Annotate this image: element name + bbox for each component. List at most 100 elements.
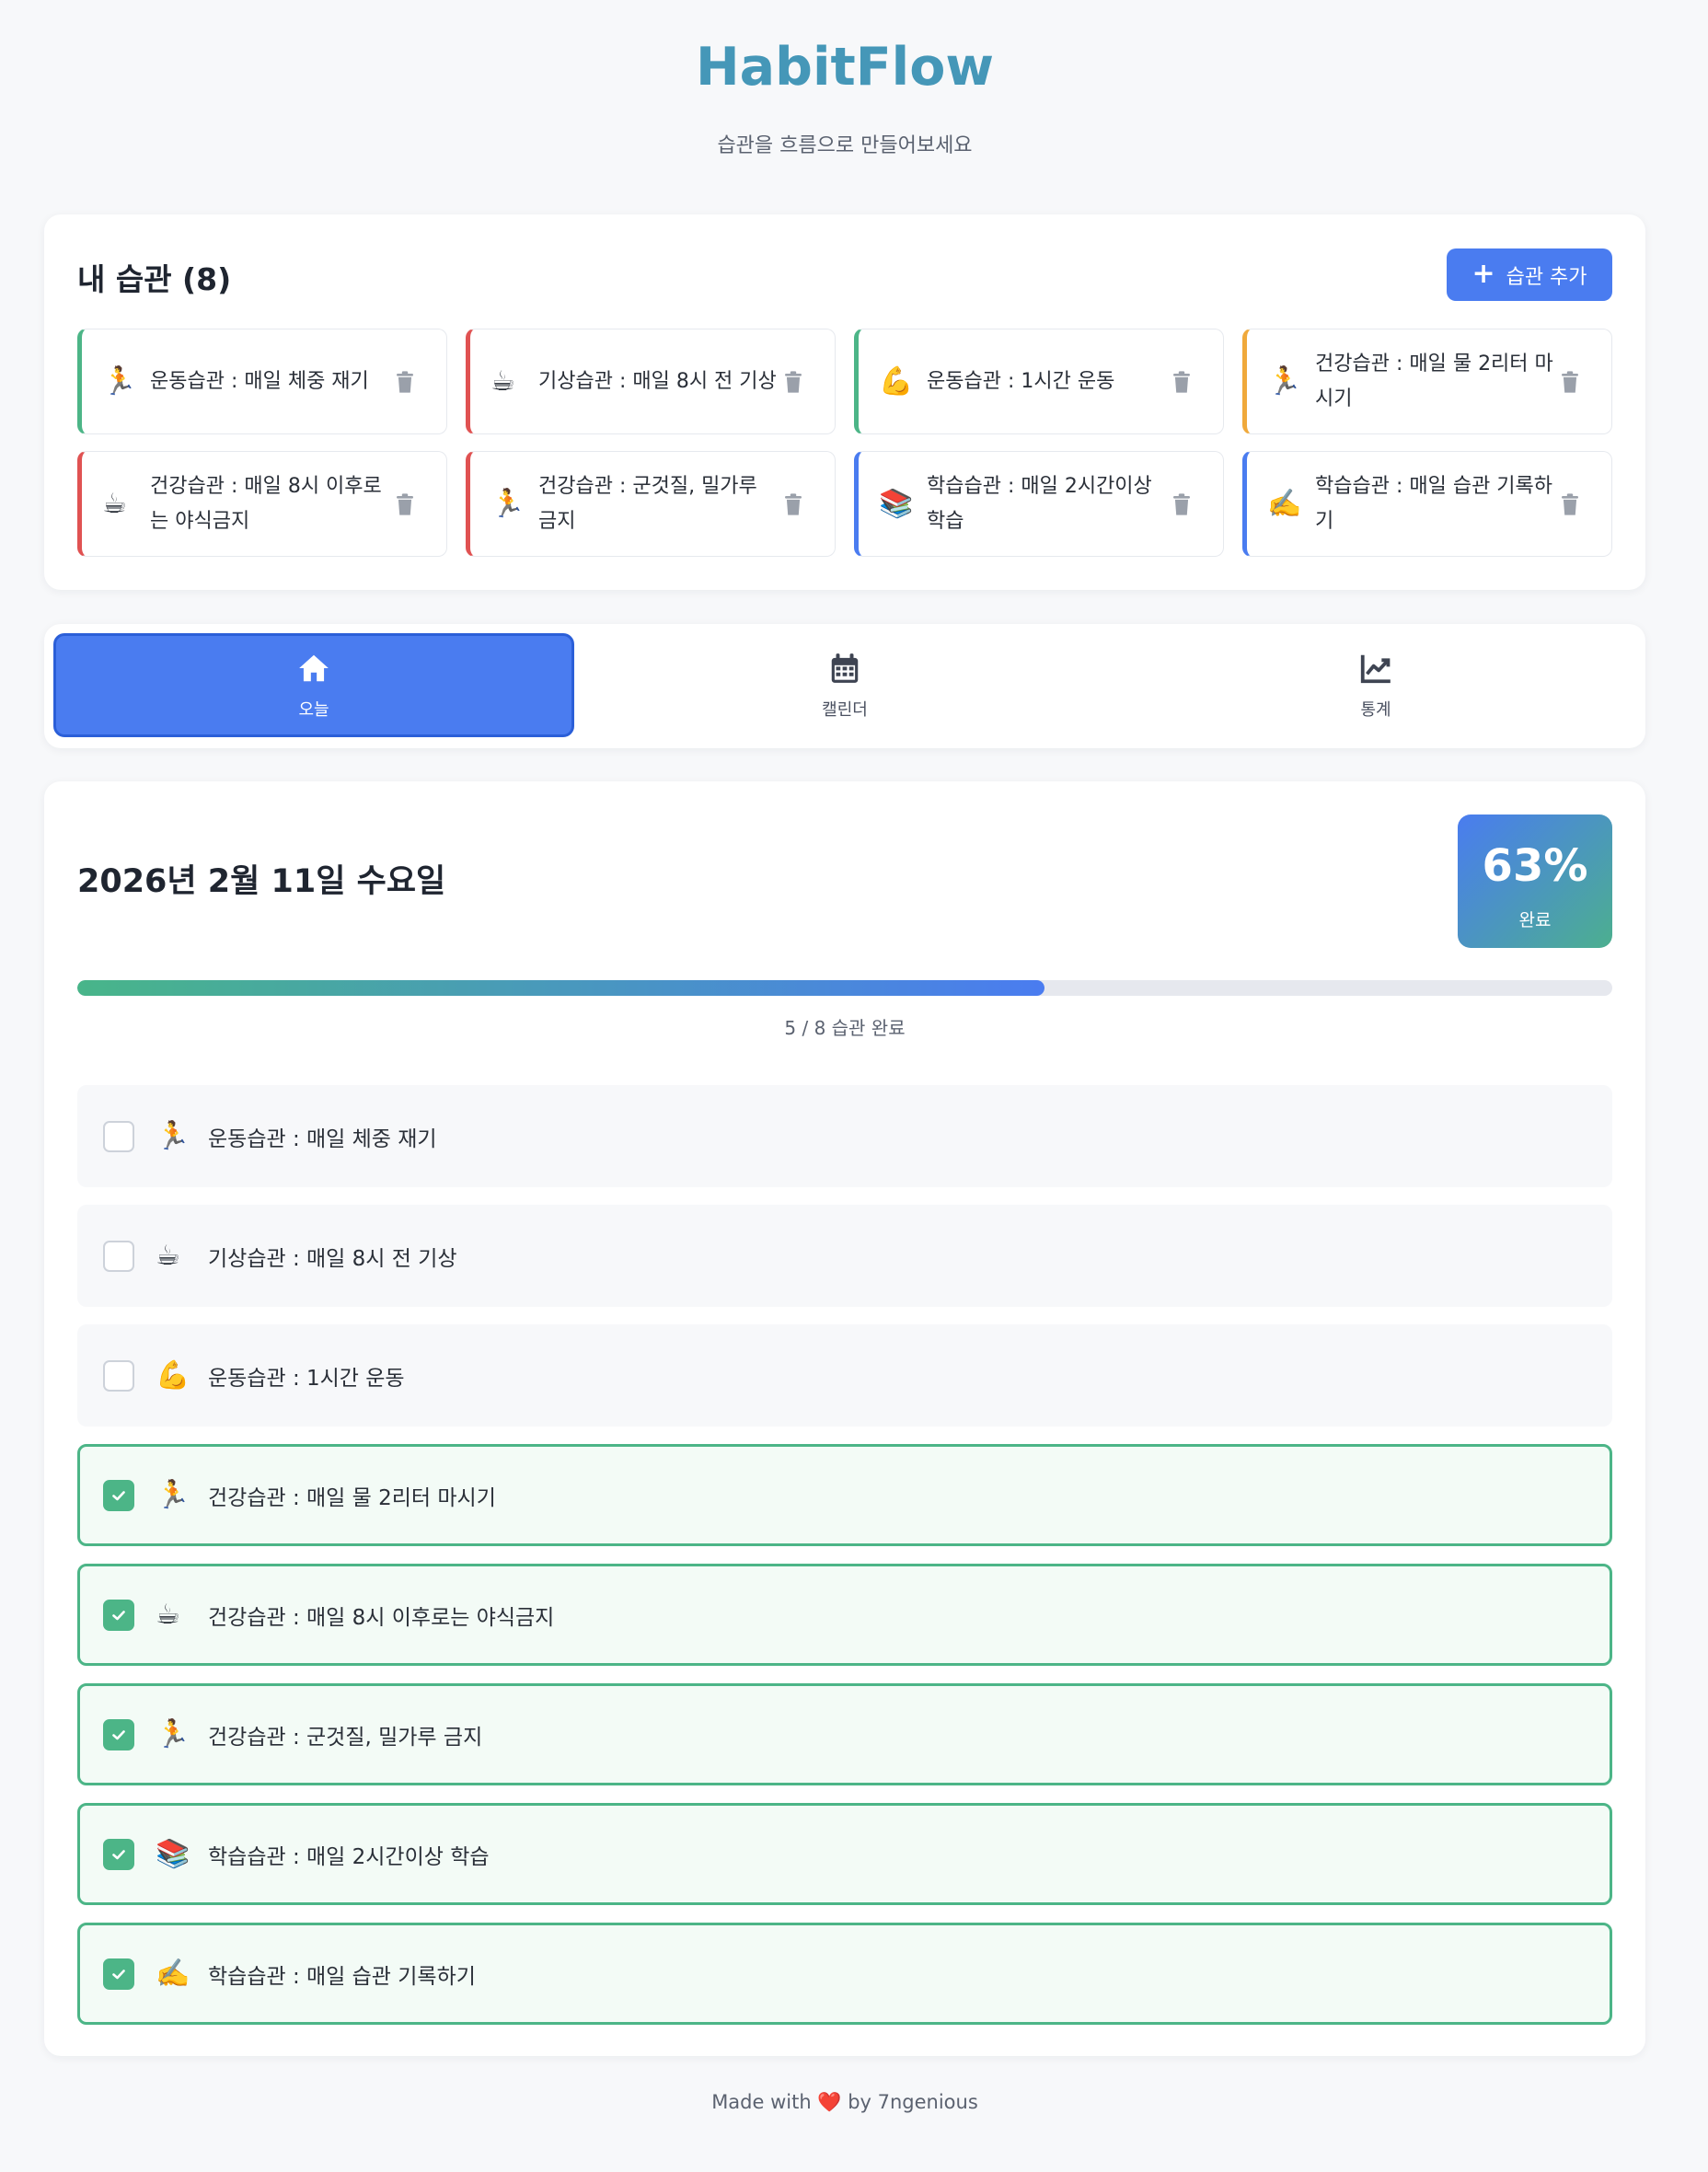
checklist-item[interactable]: 💪 운동습관 : 1시간 운동 [77, 1324, 1612, 1427]
habit-name: 학습습관 : 매일 습관 기록하기 [1315, 474, 1553, 533]
chart-line-icon [1360, 654, 1391, 683]
footer-prefix: Made with [711, 2091, 812, 2113]
completion-badge: 63% 완료 [1458, 814, 1612, 948]
plus-icon: + [1471, 257, 1495, 290]
checklist-emoji: 🏃 [156, 1479, 190, 1511]
progress-bar [77, 980, 1612, 996]
habit-emoji: 🏃 [490, 488, 525, 520]
progress-fill [77, 980, 1044, 996]
check-icon [112, 1490, 125, 1500]
habit-tile[interactable]: ☕ 건강습관 : 매일 8시 이후로는 야식금지 [77, 451, 447, 557]
checklist-name: 건강습관 : 매일 8시 이후로는 야식금지 [208, 1605, 555, 1630]
habit-emoji: ☕ [102, 488, 127, 520]
tab-calendar[interactable]: 캘린더 [584, 633, 1105, 737]
checklist-item[interactable]: 📚 학습습관 : 매일 2시간이상 학습 [77, 1803, 1612, 1905]
habit-emoji: ✍️ [1267, 488, 1302, 520]
checklist-item[interactable]: 🏃 건강습관 : 군것질, 밀가루 금지 [77, 1683, 1612, 1785]
habit-checkbox[interactable] [103, 1958, 134, 1990]
my-habits-card: 내 습관 (8) + 습관 추가 🏃 운동습관 : 매일 체중 재기 ☕ 기상습관 :… [44, 214, 1645, 590]
tab-stats[interactable]: 통계 [1115, 633, 1636, 737]
habit-tile[interactable]: 🏃 운동습관 : 매일 체중 재기 [77, 329, 447, 434]
habit-name: 운동습관 : 1시간 운동 [927, 369, 1115, 393]
habit-tile[interactable]: 💪 운동습관 : 1시간 운동 [854, 329, 1224, 434]
add-habit-label: 습관 추가 [1506, 265, 1587, 289]
checklist-item[interactable]: ☕ 기상습관 : 매일 8시 전 기상 [77, 1205, 1612, 1307]
habit-tile[interactable]: 🏃 건강습관 : 군것질, 밀가루 금지 [466, 451, 836, 557]
habit-name: 건강습관 : 매일 8시 이후로는 야식금지 [150, 474, 382, 533]
add-habit-button[interactable]: + 습관 추가 [1447, 248, 1612, 301]
habits-title: 내 습관 (8) [77, 261, 232, 297]
completion-percent: 63% [1482, 840, 1588, 892]
checklist-item[interactable]: ✍️ 학습습관 : 매일 습관 기록하기 [77, 1923, 1612, 2025]
habit-checkbox[interactable] [103, 1718, 134, 1750]
habit-name: 건강습관 : 매일 물 2리터 마시기 [1315, 352, 1553, 410]
check-icon [112, 1849, 125, 1859]
checklist-name: 건강습관 : 매일 물 2리터 마시기 [208, 1485, 496, 1510]
tab-calendar-label: 캘린더 [822, 699, 868, 720]
habit-checkbox[interactable] [103, 1120, 134, 1152]
calendar-icon [831, 653, 859, 683]
check-icon [112, 1729, 125, 1739]
habit-emoji: 💪 [879, 365, 914, 398]
habit-emoji: 📚 [879, 488, 914, 520]
checklist-emoji: 🏃 [156, 1120, 190, 1152]
habit-emoji: 🏃 [1267, 365, 1302, 398]
habit-tile[interactable]: ✍️ 학습습관 : 매일 습관 기록하기 [1242, 451, 1612, 557]
check-icon [112, 1610, 125, 1620]
today-checklist: 🏃 운동습관 : 매일 체중 재기 ☕ 기상습관 : 매일 8시 전 기상 💪 운동습관 … [77, 1085, 1612, 2042]
checklist-name: 운동습관 : 매일 체중 재기 [208, 1126, 437, 1151]
trash-icon[interactable] [397, 370, 413, 393]
tab-today-label: 오늘 [298, 699, 329, 720]
habit-checkbox[interactable] [103, 1479, 134, 1511]
completion-label: 완료 [1518, 910, 1552, 930]
trash-icon[interactable] [1173, 370, 1190, 393]
trash-icon[interactable] [1562, 492, 1578, 515]
checklist-emoji: ☕ [156, 1240, 180, 1272]
habit-name: 기상습관 : 매일 8시 전 기상 [538, 369, 777, 393]
app-title: HabitFlow [695, 37, 995, 98]
checklist-emoji: 📚 [156, 1838, 190, 1870]
checklist-name: 학습습관 : 매일 습관 기록하기 [208, 1964, 476, 1989]
habit-grid: 🏃 운동습관 : 매일 체중 재기 ☕ 기상습관 : 매일 8시 전 기상 💪 운동습관 … [77, 329, 1612, 557]
footer: Made with ❤️ by 7ngenious [0, 2091, 1690, 2114]
check-icon [112, 1969, 125, 1979]
habit-checkbox[interactable] [103, 1599, 134, 1631]
habit-name: 운동습관 : 매일 체중 재기 [150, 369, 369, 393]
footer-suffix: by 7ngenious [848, 2091, 978, 2113]
habit-tile[interactable]: 📚 학습습관 : 매일 2시간이상 학습 [854, 451, 1224, 557]
habit-name: 건강습관 : 군것질, 밀가루 금지 [538, 474, 757, 533]
heart-icon: ❤️ [817, 2091, 842, 2113]
trash-icon[interactable] [1562, 370, 1578, 393]
trash-icon[interactable] [397, 492, 413, 515]
checklist-emoji: 💪 [156, 1359, 190, 1392]
checklist-name: 기상습관 : 매일 8시 전 기상 [208, 1246, 457, 1271]
date-title: 2026년 2월 11일 수요일 [77, 863, 446, 900]
checklist-emoji: 🏃 [156, 1718, 190, 1750]
habit-emoji: 🏃 [102, 365, 137, 398]
habit-tile[interactable]: 🏃 건강습관 : 매일 물 2리터 마시기 [1242, 329, 1612, 434]
habit-tile[interactable]: ☕ 기상습관 : 매일 8시 전 기상 [466, 329, 836, 434]
checklist-name: 건강습관 : 군것질, 밀가루 금지 [208, 1725, 483, 1750]
checklist-emoji: ☕ [156, 1599, 180, 1631]
habit-checkbox[interactable] [103, 1240, 134, 1272]
habit-checkbox[interactable] [103, 1359, 134, 1392]
trash-icon[interactable] [785, 492, 802, 515]
trash-icon[interactable] [1173, 492, 1190, 515]
checklist-emoji: ✍️ [156, 1958, 190, 1990]
checklist-item[interactable]: 🏃 건강습관 : 매일 물 2리터 마시기 [77, 1444, 1612, 1546]
today-card: 2026년 2월 11일 수요일 63% 완료 5 / 8 습관 완료 🏃 운동습… [44, 781, 1645, 2056]
home-icon [299, 654, 329, 681]
checklist-item[interactable]: 🏃 운동습관 : 매일 체중 재기 [77, 1085, 1612, 1187]
habit-name: 학습습관 : 매일 2시간이상 학습 [927, 474, 1152, 533]
checklist-item[interactable]: ☕ 건강습관 : 매일 8시 이후로는 야식금지 [77, 1564, 1612, 1666]
view-tabs: 오늘 캘린더 통계 [44, 624, 1645, 748]
app-page: HabitFlow 습관을 흐름으로 만들어보세요 내 습관 (8) + 습관 … [0, 0, 1708, 2172]
habit-emoji: ☕ [490, 365, 515, 398]
progress-text: 5 / 8 습관 완료 [784, 1017, 906, 1039]
tab-stats-label: 통계 [1360, 699, 1391, 720]
tab-today[interactable]: 오늘 [53, 633, 574, 737]
app-subtitle: 습관을 흐름으로 만들어보세요 [717, 134, 973, 157]
checklist-name: 학습습관 : 매일 2시간이상 학습 [208, 1844, 490, 1869]
habit-checkbox[interactable] [103, 1838, 134, 1870]
trash-icon[interactable] [785, 370, 802, 393]
